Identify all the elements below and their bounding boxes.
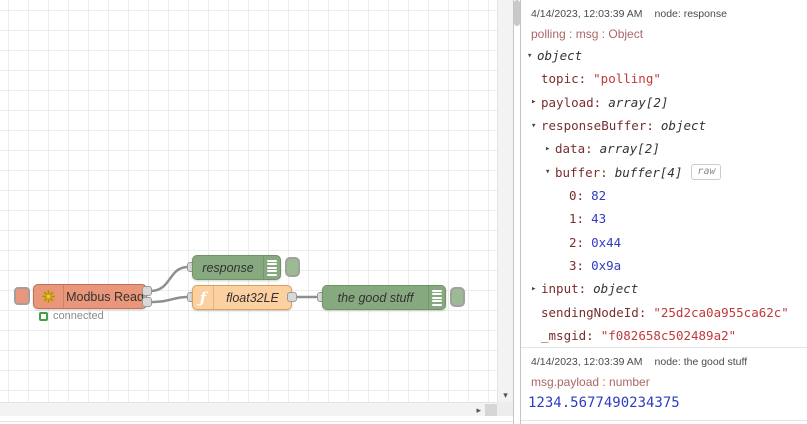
debug-tree-row: ▾ responseBuffer: object xyxy=(521,114,807,137)
debug-payload-number: 1234.5677490234375 xyxy=(528,395,680,412)
function-output-port[interactable] xyxy=(287,292,297,302)
goodstuff-debug-toggle-button[interactable] xyxy=(450,287,465,307)
debug-list-icon xyxy=(428,286,445,309)
scrollbar-corner xyxy=(497,402,513,416)
expand-down-icon[interactable]: ▾ xyxy=(531,121,541,131)
debug-message-meta: 4/14/2023, 12:03:39 AM node: the good st… xyxy=(521,352,807,371)
node-label: the good stuff xyxy=(337,290,414,305)
debug-tree-row: topic: "polling" xyxy=(521,67,807,90)
node-response-debug[interactable]: response xyxy=(192,255,281,280)
modbus-node-button[interactable] xyxy=(14,287,30,305)
debug-message-meta: 4/14/2023, 12:03:39 AM node: response xyxy=(521,4,807,23)
debug-message-path: msg.payload : number xyxy=(531,374,650,389)
canvas-horizontal-scrollbar[interactable]: ▸ xyxy=(0,402,497,416)
canvas-vertical-scrollbar[interactable]: ▾ xyxy=(497,0,513,402)
debug-tree-row: 3: 0x9a xyxy=(521,254,807,277)
debug-key: 1: xyxy=(569,211,585,227)
debug-value: buffer[4] xyxy=(614,164,683,180)
debug-message-good-stuff: 4/14/2023, 12:03:39 AM node: the good st… xyxy=(521,348,807,422)
debug-message-response: 4/14/2023, 12:03:39 AM node: response po… xyxy=(521,0,807,349)
debug-node-name: node: response xyxy=(654,7,727,20)
node-label: response xyxy=(202,260,254,275)
debug-list-icon xyxy=(263,256,280,279)
debug-message-path: polling : msg : Object xyxy=(531,26,644,41)
modbus-flower-icon xyxy=(34,285,64,308)
debug-value: 0x9a xyxy=(591,258,622,274)
node-modbus-read[interactable]: Modbus Read xyxy=(33,284,147,309)
debug-value: "f082658c502489a2" xyxy=(600,328,737,344)
debug-value: object xyxy=(660,118,707,134)
debug-key: responseBuffer: xyxy=(541,118,654,134)
sidebar-separator[interactable] xyxy=(513,0,514,424)
debug-node-name: node: the good stuff xyxy=(654,355,748,368)
expand-down-icon[interactable]: ▾ xyxy=(527,51,537,61)
raw-toggle-button[interactable]: raw xyxy=(691,164,722,181)
function-icon: ƒ xyxy=(193,286,214,309)
debug-key: buffer: xyxy=(555,164,608,180)
expand-right-icon[interactable]: ▸ xyxy=(545,144,555,154)
debug-key: input: xyxy=(541,281,587,297)
wire-modbus-response[interactable] xyxy=(148,265,190,293)
debug-tree-row: ▸ payload: array[2] xyxy=(521,91,807,114)
debug-value: 82 xyxy=(591,188,607,204)
debug-sidebar: 4/14/2023, 12:03:39 AM node: response po… xyxy=(521,0,807,424)
debug-tree-row: sendingNodeId: "25d2ca0a955ca62c" xyxy=(521,301,807,324)
bottom-border xyxy=(0,421,513,422)
wire-modbus-function[interactable] xyxy=(148,295,190,304)
debug-tree-row: 2: 0x44 xyxy=(521,231,807,254)
debug-tree-row: ▸ data: array[2] xyxy=(521,137,807,160)
expand-right-icon[interactable]: ▸ xyxy=(531,97,541,107)
debug-tree-row: _msgid: "f082658c502489a2" xyxy=(521,324,807,347)
status-ring-icon xyxy=(39,311,48,321)
debug-tree-row: ▸ input: object xyxy=(521,277,807,300)
flow-canvas[interactable]: Modbus Read connected response ƒ float32… xyxy=(0,0,497,402)
debug-timestamp: 4/14/2023, 12:03:39 AM xyxy=(531,7,643,20)
debug-tree-row: ▾ buffer: buffer[4] raw xyxy=(521,161,807,184)
debug-key: sendingNodeId: xyxy=(541,304,647,320)
debug-value: "polling" xyxy=(593,71,661,87)
debug-key: payload: xyxy=(541,94,602,110)
scroll-down-icon[interactable]: ▾ xyxy=(498,390,513,400)
debug-key: 2: xyxy=(569,234,585,250)
node-function-float32le[interactable]: ƒ float32LE xyxy=(192,285,292,310)
debug-key: _msgid: xyxy=(541,328,594,344)
node-label: float32LE xyxy=(226,290,279,305)
debug-tree-row: 1: 43 xyxy=(521,207,807,230)
debug-key: data: xyxy=(555,141,593,157)
expand-down-icon[interactable]: ▾ xyxy=(545,167,555,177)
modbus-status: connected xyxy=(39,310,104,322)
debug-value: 43 xyxy=(591,211,607,227)
horizontal-scroll-thumb[interactable] xyxy=(485,404,497,416)
debug-key: 3: xyxy=(569,258,585,274)
modbus-output-port-2[interactable] xyxy=(142,297,152,307)
debug-key: 0: xyxy=(569,188,585,204)
debug-timestamp: 4/14/2023, 12:03:39 AM xyxy=(531,355,643,368)
node-label: Modbus Read xyxy=(66,289,144,304)
debug-tree-row: 0: 82 xyxy=(521,184,807,207)
debug-value: "25d2ca0a955ca62c" xyxy=(653,304,789,320)
debug-message-tree: ▾ object topic: "polling" ▸ payload: array[2] ▾… xyxy=(521,44,807,347)
status-text: connected xyxy=(53,310,104,322)
debug-value: object xyxy=(537,48,583,64)
debug-value: 0x44 xyxy=(591,234,622,250)
debug-key: topic: xyxy=(541,71,587,87)
scroll-right-icon[interactable]: ▸ xyxy=(476,404,481,416)
debug-value: array[2] xyxy=(608,94,669,110)
debug-value: object xyxy=(593,281,639,297)
node-good-stuff-debug[interactable]: the good stuff xyxy=(322,285,446,310)
wires-layer xyxy=(148,265,320,304)
modbus-output-port-1[interactable] xyxy=(142,286,152,296)
debug-tree-row: ▾ object xyxy=(521,44,807,67)
response-debug-toggle-button[interactable] xyxy=(285,257,300,277)
expand-right-icon[interactable]: ▸ xyxy=(531,284,541,294)
debug-value: array[2] xyxy=(599,141,660,157)
